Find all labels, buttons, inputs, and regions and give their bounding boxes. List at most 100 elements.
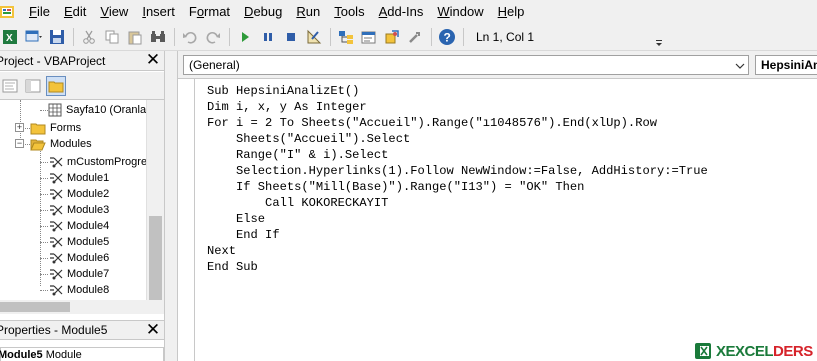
watermark-text-excel: EXCEL bbox=[725, 342, 774, 360]
view-object-icon[interactable] bbox=[23, 76, 43, 96]
code-line[interactable]: Sub HepsiniAnalizEt() bbox=[207, 83, 708, 99]
code-line[interactable]: End Sub bbox=[207, 259, 708, 275]
scrollbar-thumb[interactable] bbox=[149, 216, 162, 312]
menu-debug[interactable]: Debug bbox=[237, 0, 289, 24]
code-margin-indicator-bar[interactable] bbox=[178, 79, 195, 361]
code-line[interactable]: Next bbox=[207, 243, 708, 259]
code-line[interactable]: Dim i, x, y As Integer bbox=[207, 99, 708, 115]
toolbar-separator bbox=[229, 28, 230, 46]
scrollbar-thumb[interactable] bbox=[0, 302, 70, 312]
module-icon bbox=[48, 187, 64, 201]
save-icon[interactable] bbox=[46, 26, 68, 48]
expand-forms-icon[interactable]: + bbox=[15, 123, 24, 132]
tree-item-module[interactable]: mCustomProgres bbox=[48, 154, 146, 170]
help-icon[interactable]: ? bbox=[436, 26, 458, 48]
design-mode-icon[interactable] bbox=[303, 26, 325, 48]
find-icon[interactable] bbox=[147, 26, 169, 48]
project-explorer-icon[interactable] bbox=[335, 26, 357, 48]
module-icon bbox=[48, 235, 64, 249]
tree-item-label: Module5 bbox=[67, 236, 110, 248]
svg-text:X: X bbox=[6, 33, 13, 44]
code-line[interactable]: If Sheets("Mill(Base)").Range("I13") = "… bbox=[207, 179, 708, 195]
view-excel-icon[interactable]: X bbox=[0, 26, 22, 48]
code-line[interactable]: Call KOKORECKAYIT bbox=[207, 195, 708, 211]
tree-folder-modules[interactable]: Modules bbox=[30, 136, 92, 152]
menu-run[interactable]: Run bbox=[289, 0, 327, 24]
chevron-down-icon[interactable] bbox=[734, 59, 746, 71]
panel-splitter[interactable] bbox=[164, 51, 178, 361]
code-line[interactable]: Sheets("Accueil").Select bbox=[207, 131, 708, 147]
collapse-modules-icon[interactable]: − bbox=[15, 139, 24, 148]
tree-item-module[interactable]: Module2 bbox=[48, 186, 109, 202]
project-toolbar bbox=[0, 72, 164, 100]
tree-connector bbox=[40, 290, 48, 291]
tree-item-module[interactable]: Module8 bbox=[48, 282, 109, 298]
tree-item-label: Module1 bbox=[67, 172, 110, 184]
project-horizontal-scrollbar[interactable] bbox=[0, 300, 164, 314]
menu-edit[interactable]: Edit bbox=[57, 0, 93, 24]
properties-window-icon[interactable] bbox=[358, 26, 380, 48]
project-vertical-scrollbar[interactable] bbox=[146, 100, 164, 314]
code-line[interactable]: Selection.Hyperlinks(1).Follow NewWindow… bbox=[207, 163, 708, 179]
tree-item-module[interactable]: Module7 bbox=[48, 266, 109, 282]
tree-item-label: mCustomProgres bbox=[67, 156, 146, 168]
code-editor[interactable]: Sub HepsiniAnalizEt() Dim i, x, y As Inte… bbox=[178, 78, 817, 361]
paste-icon[interactable] bbox=[124, 26, 146, 48]
worksheet-icon bbox=[48, 103, 62, 117]
code-line[interactable]: End If bbox=[207, 227, 708, 243]
cut-icon[interactable] bbox=[78, 26, 100, 48]
watermark-text-x: X bbox=[716, 342, 726, 360]
standard-toolbar: X ? Ln 1, Col 1 bbox=[0, 24, 817, 51]
watermark-text-ders: DERS bbox=[773, 342, 813, 360]
menu-tools[interactable]: Tools bbox=[327, 0, 371, 24]
menu-format[interactable]: Format bbox=[182, 0, 237, 24]
vba-app-icon[interactable] bbox=[0, 4, 16, 20]
open-folder-icon bbox=[30, 137, 46, 151]
copy-icon[interactable] bbox=[101, 26, 123, 48]
menu-view[interactable]: View bbox=[93, 0, 135, 24]
tree-item-module[interactable]: Module5 bbox=[48, 234, 109, 250]
toolbar-options-icon[interactable] bbox=[653, 26, 665, 48]
insert-userform-icon[interactable] bbox=[23, 26, 45, 48]
code-line[interactable]: For i = 2 To Sheets("Accueil").Range("ı1… bbox=[207, 115, 708, 131]
code-lines[interactable]: Sub HepsiniAnalizEt() Dim i, x, y As Inte… bbox=[207, 83, 708, 275]
object-combo[interactable]: (General) bbox=[183, 55, 749, 75]
tree-item-module[interactable]: Module6 bbox=[48, 250, 109, 266]
properties-object-select[interactable]: Module5 Module bbox=[0, 347, 164, 361]
cursor-position: Ln 1, Col 1 bbox=[476, 30, 535, 44]
tree-item-module[interactable]: Module4 bbox=[48, 218, 109, 234]
close-icon[interactable]: ✕ bbox=[145, 321, 161, 338]
properties-panel-title-text: Properties - Module5 bbox=[0, 323, 108, 337]
menu-help[interactable]: Help bbox=[491, 0, 532, 24]
menu-add-ins[interactable]: Add-Ins bbox=[372, 0, 431, 24]
toggle-folders-icon[interactable] bbox=[46, 75, 66, 96]
code-window-header: (General) HepsiniAnalizEt bbox=[178, 51, 817, 78]
view-code-icon[interactable] bbox=[0, 76, 20, 96]
object-name: Module5 bbox=[0, 349, 43, 361]
redo-icon[interactable] bbox=[202, 26, 224, 48]
object-browser-icon[interactable] bbox=[381, 26, 403, 48]
tree-item-module[interactable]: Module3 bbox=[48, 202, 109, 218]
break-icon[interactable] bbox=[257, 26, 279, 48]
code-line[interactable]: Else bbox=[207, 211, 708, 227]
tree-item-module[interactable]: Module1 bbox=[48, 170, 109, 186]
close-icon[interactable]: ✕ bbox=[145, 51, 161, 68]
menu-insert[interactable]: Insert bbox=[135, 0, 182, 24]
menu-window[interactable]: Window bbox=[430, 0, 490, 24]
code-line[interactable]: Range("I" & i).Select bbox=[207, 147, 708, 163]
tree-connector bbox=[40, 210, 48, 211]
menu-file[interactable]: File bbox=[22, 0, 57, 24]
tree-item-sheet[interactable]: Sayfa10 (Oranla bbox=[48, 102, 146, 118]
run-icon[interactable] bbox=[234, 26, 256, 48]
reset-icon[interactable] bbox=[280, 26, 302, 48]
procedure-combo[interactable]: HepsiniAnalizEt bbox=[755, 55, 817, 75]
tree-folder-forms[interactable]: Forms bbox=[30, 120, 81, 136]
toolbox-icon[interactable] bbox=[404, 26, 426, 48]
undo-icon[interactable] bbox=[179, 26, 201, 48]
properties-panel-title: Properties - Module5 ✕ bbox=[0, 320, 164, 340]
project-tree: Sayfa10 (Oranla + Forms − Modules mCusto… bbox=[0, 100, 146, 314]
toolbar-separator bbox=[330, 28, 331, 46]
module-icon bbox=[48, 251, 64, 265]
tree-item-label: Module4 bbox=[67, 220, 110, 232]
toolbar-separator bbox=[463, 28, 464, 46]
